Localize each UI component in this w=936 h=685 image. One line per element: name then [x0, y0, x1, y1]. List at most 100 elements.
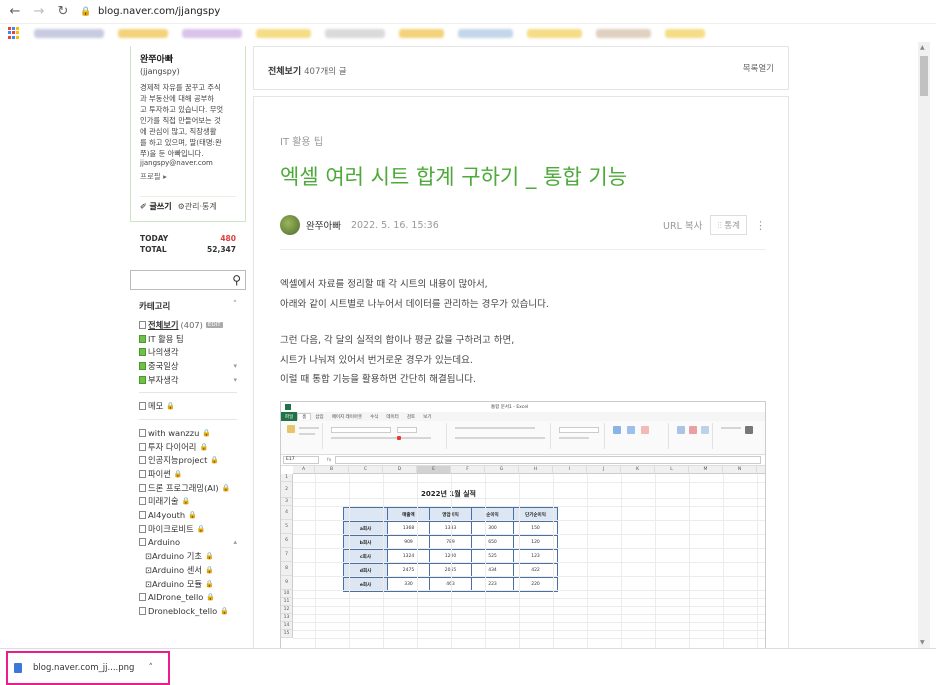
- ribbon-group-clipboard: [283, 423, 323, 449]
- post-author[interactable]: 완쭈아빠: [306, 218, 341, 232]
- category-item[interactable]: 마이크로비트 🔒: [139, 522, 237, 536]
- category-item[interactable]: 중국일상 ▾: [139, 359, 237, 373]
- edit-badge[interactable]: EDIT: [205, 321, 223, 328]
- page-icon: [139, 497, 146, 506]
- excel-screenshot-image[interactable]: 통합 문서1 - Excel 파일 홈 삽입 페이지 레이아웃 수식 데이터 검…: [280, 401, 766, 655]
- chevron-down-icon[interactable]: ▾: [233, 362, 237, 370]
- all-posts-label[interactable]: 전체보기: [268, 67, 301, 77]
- chevron-up-icon[interactable]: ˄: [233, 300, 237, 312]
- profile-link[interactable]: 프로필 ▸: [140, 171, 236, 182]
- post-paragraph: 엑셀에서 자료를 정리할 때 각 시트의 내용이 많아서, 아래와 같이 시트별…: [280, 279, 549, 310]
- forward-icon[interactable]: →: [30, 3, 48, 21]
- row-header: 12: [281, 606, 293, 614]
- download-filename[interactable]: blog.naver.com_jj....png: [33, 663, 134, 673]
- scroll-thumb[interactable]: [920, 56, 928, 96]
- subcategory-item[interactable]: ⊡ Arduino 모듈 🔒: [139, 577, 237, 591]
- chevron-up-icon[interactable]: ˄: [148, 663, 153, 673]
- ribbon-group-align: [451, 423, 551, 449]
- post-title[interactable]: 엑셀 여러 시트 합계 구하기 _ 통합 기능: [280, 161, 627, 191]
- open-list-button[interactable]: 목록열기: [743, 62, 774, 74]
- bookmark-item[interactable]: [34, 28, 104, 38]
- excel-ribbon: [281, 421, 765, 455]
- bookmark-item[interactable]: [182, 28, 242, 38]
- page-scrollbar[interactable]: ▲ ▼: [918, 42, 930, 648]
- bookmark-item[interactable]: [527, 28, 582, 38]
- excel-name-box: E17: [283, 456, 319, 464]
- category-item[interactable]: 드론 프로그래밍(AI) 🔒: [139, 481, 237, 495]
- write-button[interactable]: ✐ 글쓰기: [140, 201, 172, 212]
- bookmark-item[interactable]: [325, 28, 385, 38]
- bookmark-item[interactable]: [596, 28, 651, 38]
- url-text[interactable]: blog.naver.com/jjangspy: [98, 6, 220, 17]
- bookmark-item[interactable]: [458, 28, 513, 38]
- profile-nickname[interactable]: 완쭈아빠: [140, 52, 236, 65]
- category-item[interactable]: 부자생각 ▾: [139, 373, 237, 387]
- lock-icon: 🔒: [188, 511, 197, 520]
- lock-icon: 🔒: [202, 428, 212, 437]
- category-icon: [139, 375, 146, 384]
- file-icon: [14, 663, 22, 673]
- font-color-icon: [397, 436, 401, 440]
- subcategory-item[interactable]: ⊡ Arduino 센서 🔒: [139, 563, 237, 577]
- row-header: 15: [281, 630, 293, 638]
- post-meta: 완쭈아빠 2022. 5. 16. 15:36 URL 복사 ⫶⫶ 통계 ⋮: [280, 215, 766, 235]
- chevron-down-icon[interactable]: ▾: [233, 376, 237, 384]
- category-item[interactable]: with wanzzu 🔒: [139, 426, 237, 440]
- page-icon: [139, 538, 146, 547]
- scroll-down-icon[interactable]: ▼: [920, 639, 925, 646]
- reload-icon[interactable]: ↻: [54, 3, 72, 21]
- column-header: H: [519, 466, 553, 474]
- category-item[interactable]: AI4youth 🔒: [139, 508, 237, 522]
- profile-email: jjangspy@naver.com: [140, 159, 213, 167]
- row-header: 5: [281, 520, 293, 534]
- url-copy-button[interactable]: URL 복사: [663, 218, 702, 232]
- download-item[interactable]: blog.naver.com_jj....png ˄: [6, 651, 170, 685]
- category-item[interactable]: 미래기술 🔒: [139, 495, 237, 509]
- category-header[interactable]: 카테고리 ˄: [130, 300, 246, 312]
- column-header: B: [315, 466, 349, 474]
- avatar[interactable]: [280, 215, 300, 235]
- category-item[interactable]: 나의생각: [139, 345, 237, 359]
- category-item[interactable]: 인공지능project 🔒: [139, 454, 237, 468]
- ribbon-group-editing: [717, 423, 763, 449]
- column-header: A: [293, 466, 315, 474]
- excel-formula-bar: E17 fx: [281, 455, 765, 466]
- row-header: 4: [281, 506, 293, 520]
- category-item[interactable]: Arduino ▴: [139, 536, 237, 550]
- chevron-up-icon[interactable]: ▴: [233, 538, 237, 546]
- column-header: M: [689, 466, 723, 474]
- category-item[interactable]: 파이썬 🔒: [139, 467, 237, 481]
- download-shelf: blog.naver.com_jj....png ˄: [0, 648, 936, 685]
- subcategory-item[interactable]: ⊡ Arduino 기초 🔒: [139, 549, 237, 563]
- category-item[interactable]: Droneblock_tello 🔒: [139, 604, 237, 618]
- category-memo[interactable]: 메모 🔒: [139, 399, 237, 413]
- bookmark-item[interactable]: [256, 28, 311, 38]
- format-cell-icon: [701, 426, 709, 434]
- browser-toolbar: ← → ↻ 🔒 blog.naver.com/jjangspy: [0, 0, 936, 24]
- column-header: K: [621, 466, 655, 474]
- category-item[interactable]: 투자 다이어리 🔒: [139, 440, 237, 454]
- scroll-up-icon[interactable]: ▲: [920, 44, 925, 51]
- sub-branch-icon: ⊡: [145, 578, 152, 589]
- category-icon: [139, 348, 146, 357]
- post-category[interactable]: IT 활용 팁: [280, 133, 323, 148]
- lock-icon: 🔒: [80, 6, 92, 17]
- bookmark-item[interactable]: [399, 28, 444, 38]
- manage-stats-button[interactable]: ⚙관리·통계: [178, 201, 217, 212]
- lock-icon: 🔒: [199, 442, 209, 451]
- bookmarks-bar: [0, 24, 936, 42]
- category-all[interactable]: 전체보기 (407) EDIT: [139, 318, 237, 332]
- category-item[interactable]: AIDrone_tello 🔒: [139, 590, 237, 604]
- bookmark-item[interactable]: [118, 28, 168, 38]
- back-icon[interactable]: ←: [6, 3, 24, 21]
- address-bar[interactable]: 🔒 blog.naver.com/jjangspy: [80, 6, 220, 17]
- category-item[interactable]: IT 활용 팁: [139, 332, 237, 346]
- stats-button[interactable]: ⫶⫶ 통계: [710, 215, 747, 235]
- bookmark-item[interactable]: [665, 28, 705, 38]
- excel-tab: 보기: [423, 414, 432, 420]
- more-options-icon[interactable]: ⋮: [755, 219, 766, 232]
- blog-search-input[interactable]: ⚲: [130, 270, 246, 290]
- profile-blog-id: (jjangspy): [140, 67, 180, 76]
- search-icon[interactable]: ⚲: [232, 273, 241, 287]
- apps-grid-icon[interactable]: [8, 27, 20, 39]
